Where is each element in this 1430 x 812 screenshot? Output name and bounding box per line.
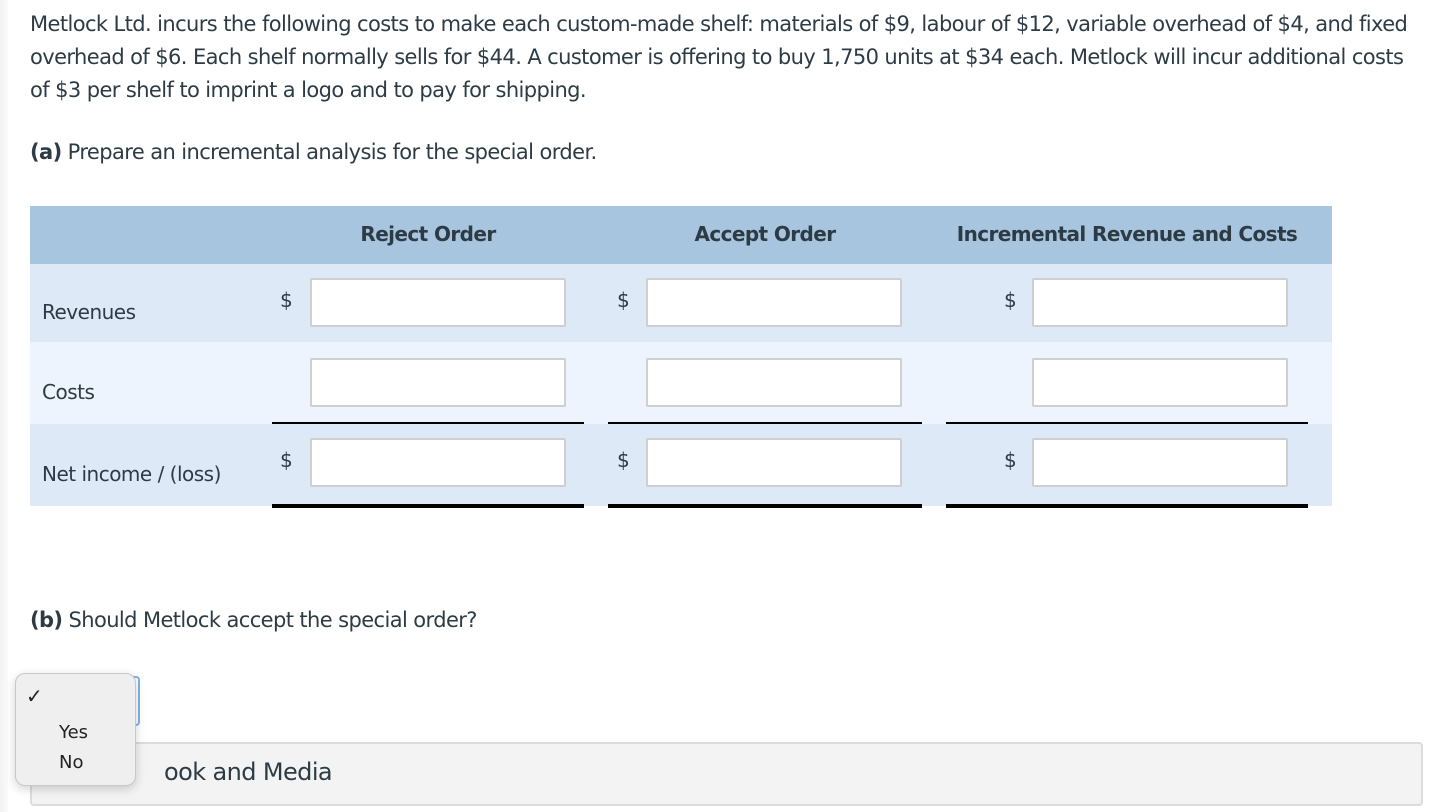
revenues-reject-input[interactable] — [310, 278, 566, 327]
header-accept-order: Accept Order — [694, 222, 836, 246]
revenues-incremental-input[interactable] — [1032, 278, 1288, 327]
total-double-underline — [272, 504, 584, 508]
dropdown-option-yes[interactable]: Yes — [59, 722, 88, 743]
total-double-underline — [946, 504, 1308, 508]
row-label-net-income: Net income / (loss) — [42, 462, 221, 486]
dollar-sign: $ — [280, 288, 293, 312]
page: Metlock Ltd. incurs the following costs … — [0, 0, 1430, 812]
part-b-prompt: (b) Should Metlock accept the special or… — [30, 608, 477, 632]
costs-accept-input[interactable] — [646, 358, 902, 407]
left-edge-strip — [0, 0, 8, 812]
part-a-prompt: (a) Prepare an incremental analysis for … — [30, 140, 597, 164]
row-label-revenues: Revenues — [42, 300, 136, 324]
dollar-sign: $ — [617, 448, 630, 472]
dollar-sign: $ — [617, 288, 630, 312]
dropdown-option-no[interactable]: No — [59, 752, 83, 773]
checkmark-icon: ✓ — [26, 684, 43, 708]
etextbook-media-bar[interactable]: ook and Media — [30, 742, 1423, 806]
net-income-accept-input[interactable] — [646, 438, 902, 487]
dollar-sign: $ — [280, 448, 293, 472]
question-text: Metlock Ltd. incurs the following costs … — [30, 12, 1408, 102]
incremental-analysis-table: Reject Order Accept Order Incremental Re… — [30, 206, 1332, 508]
revenues-accept-input[interactable] — [646, 278, 902, 327]
table-row-costs: Costs — [30, 342, 1332, 424]
part-a-label: (a) — [30, 140, 62, 164]
net-income-reject-input[interactable] — [310, 438, 566, 487]
part-a-text: Prepare an incremental analysis for the … — [67, 140, 598, 164]
part-b-label: (b) — [30, 608, 63, 632]
costs-incremental-input[interactable] — [1032, 358, 1288, 407]
dollar-sign: $ — [1004, 448, 1017, 472]
table-row-revenues: Revenues $ $ $ — [30, 264, 1332, 342]
row-label-costs: Costs — [42, 380, 95, 404]
table-header: Reject Order Accept Order Incremental Re… — [30, 206, 1332, 264]
dropdown-option-blank[interactable] — [59, 682, 159, 710]
header-reject-order: Reject Order — [360, 222, 496, 246]
total-double-underline — [608, 504, 922, 508]
part-b-text: Should Metlock accept the special order? — [68, 608, 478, 632]
net-income-incremental-input[interactable] — [1032, 438, 1288, 487]
dollar-sign: $ — [1004, 288, 1017, 312]
header-incremental: Incremental Revenue and Costs — [956, 222, 1298, 246]
costs-reject-input[interactable] — [310, 358, 566, 407]
table-row-net-income: Net income / (loss) $ $ $ — [30, 424, 1332, 508]
accept-order-dropdown-menu: ✓ Yes No — [15, 673, 136, 786]
